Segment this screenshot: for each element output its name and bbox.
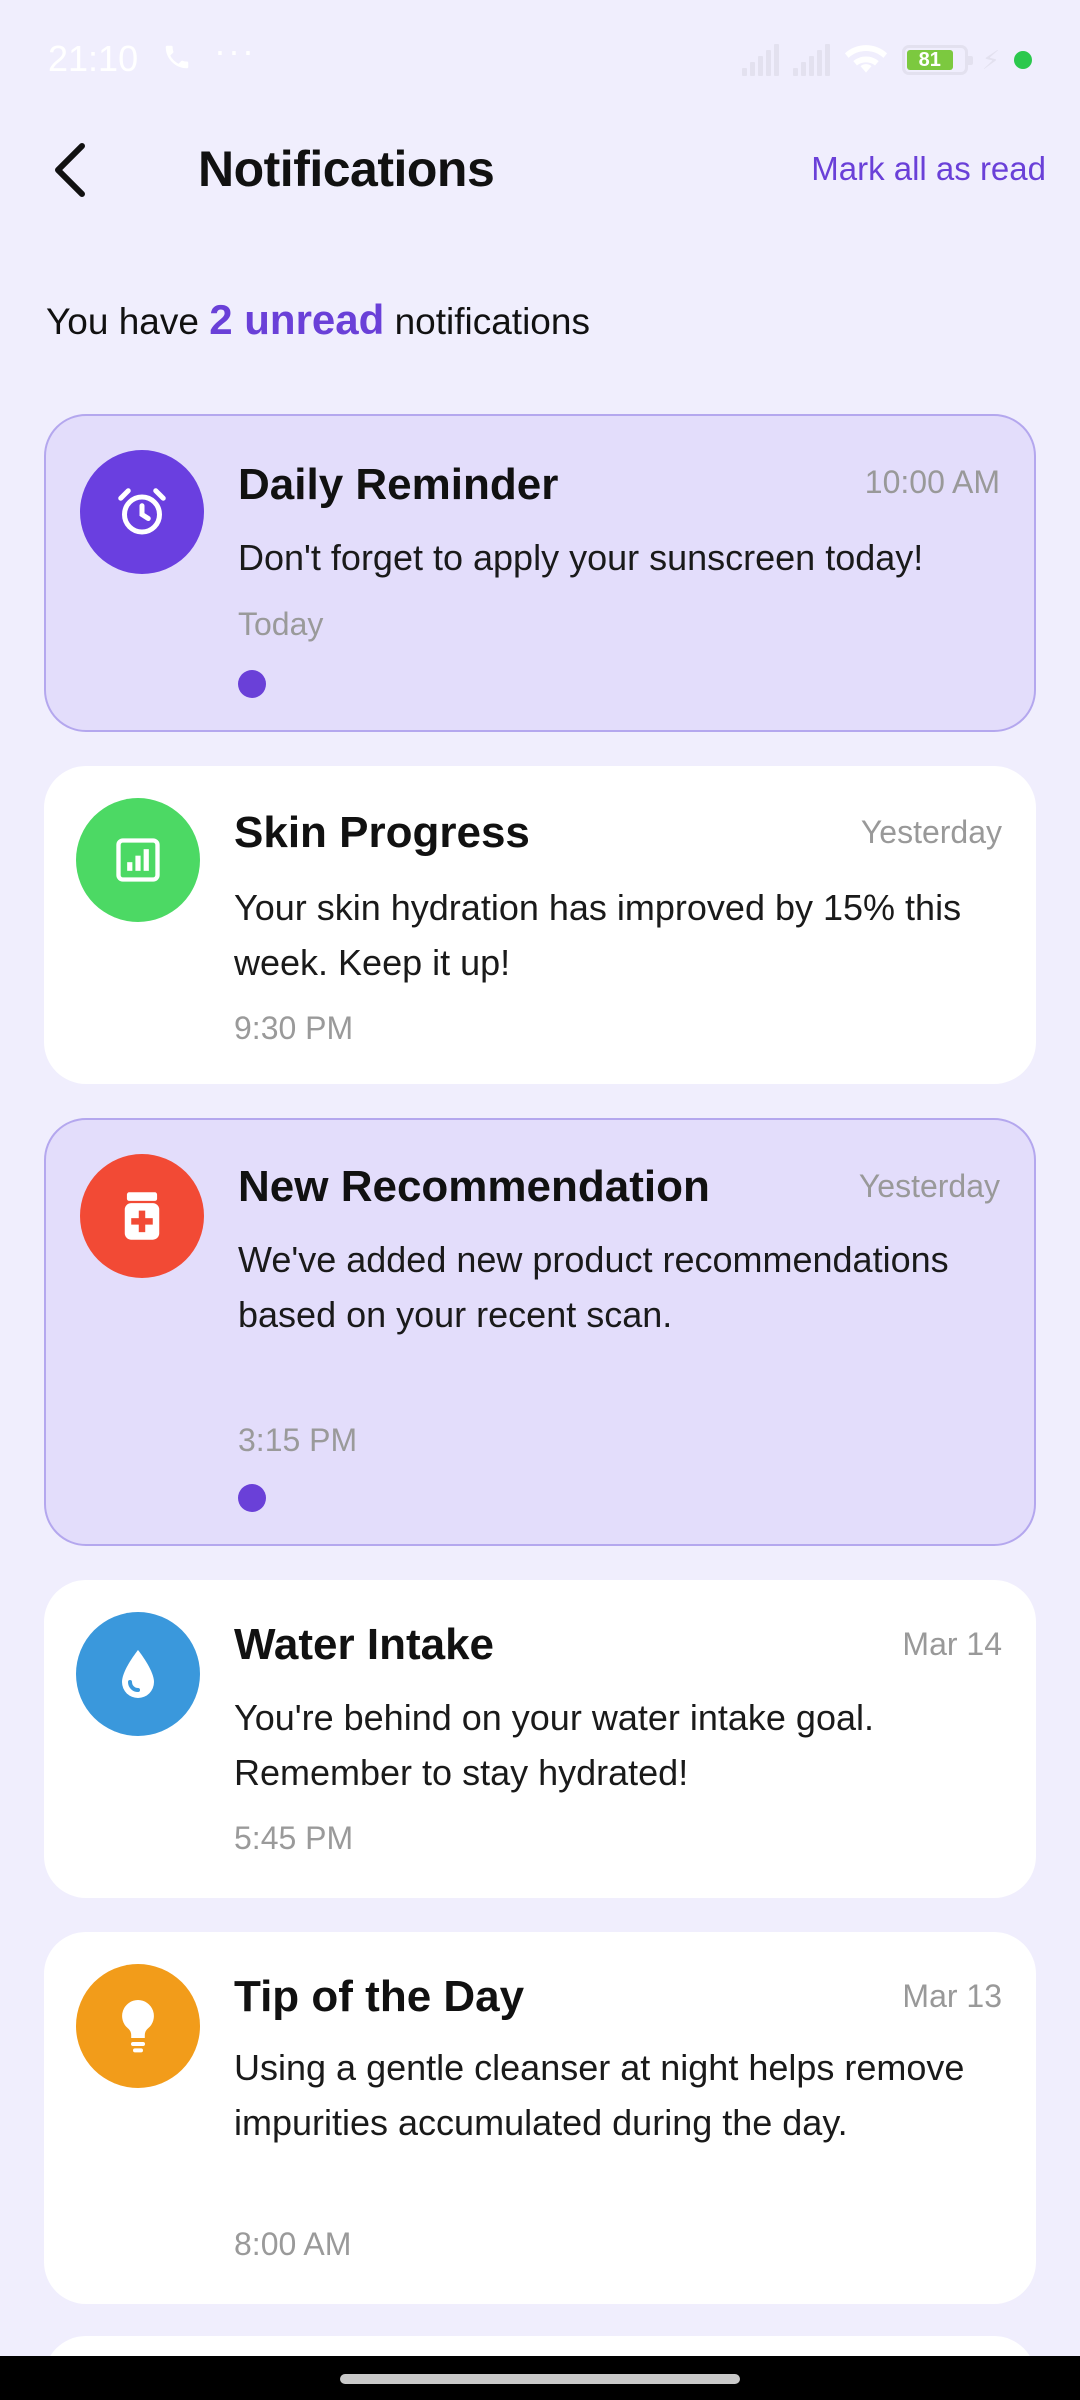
battery-level: 81 (906, 50, 953, 70)
signal-2-icon (792, 44, 830, 76)
phone-call-icon (162, 42, 192, 77)
notification-avatar (76, 1612, 200, 1736)
notification-title: Tip of the Day (234, 1972, 525, 2021)
notification-subtime: 5:45 PM (234, 1820, 354, 1856)
notification-message: Using a gentle cleanser at night helps r… (234, 2047, 965, 2143)
chart-icon (116, 838, 160, 882)
water-drop-icon (122, 1650, 154, 1698)
notification-subtime: Today (238, 606, 324, 642)
notification-time: Mar 13 (902, 1978, 1002, 2014)
charging-icon: ⚡ (981, 44, 1000, 75)
wifi-icon (844, 41, 888, 80)
notification-time: 10:00 AM (864, 464, 1000, 500)
back-button[interactable] (30, 130, 110, 210)
unread-summary: You have 2 unread notifications (46, 296, 590, 344)
notification-card[interactable]: Water Intake Mar 14 You're behind on you… (44, 1580, 1036, 1898)
unread-indicator (238, 1484, 266, 1512)
notification-avatar (76, 798, 200, 922)
medical-bottle-icon (124, 1192, 160, 1240)
notification-subtime: 8:00 AM (234, 2226, 352, 2262)
unread-indicator (238, 670, 266, 698)
notification-title: Daily Reminder (238, 460, 559, 509)
summary-prefix: You have (46, 301, 199, 342)
alarm-clock-icon (118, 488, 166, 535)
notification-subtime: 9:30 PM (234, 1010, 354, 1046)
notification-card[interactable]: Skin Progress Yesterday Your skin hydrat… (44, 766, 1036, 1084)
privacy-indicator-icon (1014, 51, 1032, 69)
notification-title: Skin Progress (234, 808, 530, 857)
notification-time: Mar 14 (902, 1626, 1002, 1662)
notification-card[interactable]: Daily Reminder 10:00 AM Don't forget to … (44, 414, 1036, 732)
signal-icon (741, 44, 779, 76)
mark-all-read-button[interactable]: Mark all as read (811, 150, 1046, 188)
notification-avatar (76, 1964, 200, 2088)
notification-avatar (80, 450, 204, 574)
lightbulb-icon (122, 2000, 154, 2053)
notification-message: We've added new product recommendations … (238, 1239, 949, 1335)
status-bar: 21:10 ··· 81 ⚡ (0, 0, 1080, 120)
notification-title: New Recommendation (238, 1162, 710, 1211)
home-indicator[interactable] (340, 2374, 740, 2384)
notification-avatar (80, 1154, 204, 1278)
battery-icon: 81 (901, 45, 973, 75)
notification-card[interactable]: New Recommendation Yesterday We've added… (44, 1118, 1036, 1546)
unread-count: 2 unread (209, 296, 385, 343)
notification-time: Yesterday (858, 1168, 1000, 1204)
status-time: 21:10 (48, 38, 139, 79)
more-status-icon: ··· (214, 30, 256, 71)
notification-message: Don't forget to apply your sunscreen tod… (238, 537, 924, 578)
notification-subtime: 3:15 PM (238, 1422, 358, 1458)
notification-time: Yesterday (860, 814, 1002, 850)
summary-suffix: notifications (394, 301, 590, 342)
page-title: Notifications (198, 141, 495, 197)
notification-card[interactable]: Tip of the Day Mar 13 Using a gentle cle… (44, 1932, 1036, 2304)
notification-message: You're behind on your water intake goal.… (234, 1697, 874, 1793)
chevron-left-icon (55, 143, 85, 197)
notification-title: Water Intake (234, 1620, 495, 1669)
notification-message: Your skin hydration has improved by 15% … (234, 887, 962, 983)
